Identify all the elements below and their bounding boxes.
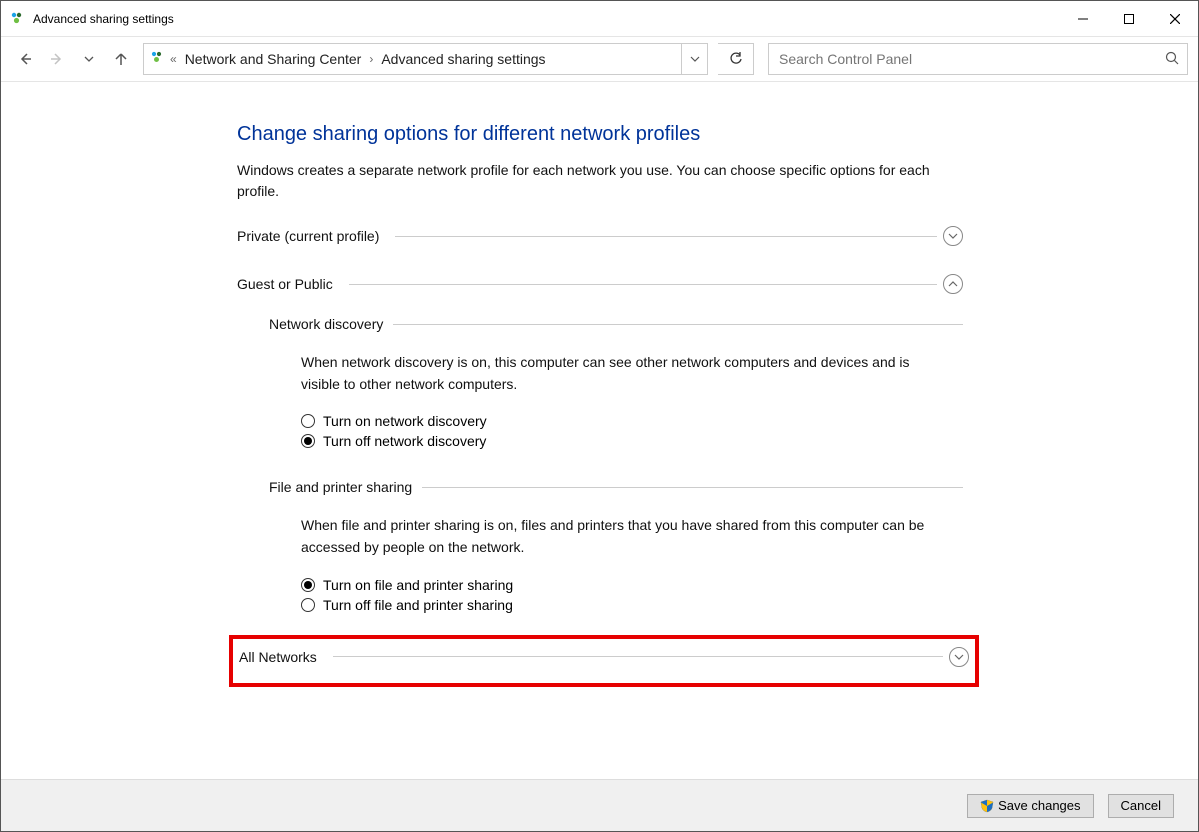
maximize-button[interactable]	[1106, 3, 1152, 35]
expand-private-button[interactable]	[943, 226, 963, 246]
radio-icon-checked	[301, 434, 315, 448]
radio-fp-on[interactable]: Turn on file and printer sharing	[301, 577, 963, 593]
highlight-all-networks: All Networks	[229, 635, 979, 687]
network-discovery-heading: Network discovery	[269, 316, 393, 332]
radio-nd-on-label: Turn on network discovery	[323, 413, 487, 429]
close-button[interactable]	[1152, 3, 1198, 35]
footer: Save changes Cancel	[1, 779, 1198, 831]
search-input[interactable]	[777, 50, 1165, 68]
search-icon[interactable]	[1165, 51, 1179, 68]
page-title: Change sharing options for different net…	[237, 123, 1198, 146]
subsection-network-discovery: Network discovery When network discovery…	[269, 316, 963, 449]
file-printer-radios: Turn on file and printer sharing Turn of…	[301, 577, 963, 613]
app-icon	[9, 11, 25, 27]
divider	[422, 487, 963, 488]
shield-icon	[980, 799, 994, 813]
file-printer-heading: File and printer sharing	[269, 479, 422, 495]
section-guest-label: Guest or Public	[237, 276, 343, 292]
address-bar[interactable]: « Network and Sharing Center › Advanced …	[143, 43, 708, 75]
radio-nd-off-label: Turn off network discovery	[323, 433, 486, 449]
radio-nd-off[interactable]: Turn off network discovery	[301, 433, 963, 449]
radio-fp-off[interactable]: Turn off file and printer sharing	[301, 597, 963, 613]
address-dropdown-button[interactable]	[681, 44, 707, 74]
window-title: Advanced sharing settings	[33, 12, 1060, 26]
divider	[395, 236, 937, 237]
titlebar: Advanced sharing settings	[1, 1, 1198, 37]
breadcrumb-parent[interactable]: Network and Sharing Center	[183, 49, 364, 69]
divider	[349, 284, 937, 285]
section-guest[interactable]: Guest or Public	[237, 274, 963, 294]
divider	[333, 656, 943, 657]
page-description: Windows creates a separate network profi…	[237, 160, 947, 202]
cancel-button[interactable]: Cancel	[1108, 794, 1174, 818]
breadcrumb-current[interactable]: Advanced sharing settings	[379, 49, 547, 69]
network-discovery-radios: Turn on network discovery Turn off netwo…	[301, 413, 963, 449]
save-changes-button[interactable]: Save changes	[967, 794, 1093, 818]
network-discovery-text: When network discovery is on, this compu…	[301, 352, 941, 395]
collapse-guest-button[interactable]	[943, 274, 963, 294]
section-all-networks-label: All Networks	[239, 649, 327, 665]
content-area: Change sharing options for different net…	[1, 91, 1198, 779]
chevron-right-icon: ›	[369, 52, 373, 66]
section-all-networks[interactable]: All Networks	[239, 647, 969, 667]
back-button[interactable]	[11, 45, 39, 73]
recent-locations-button[interactable]	[75, 45, 103, 73]
radio-fp-off-label: Turn off file and printer sharing	[323, 597, 513, 613]
section-private-label: Private (current profile)	[237, 228, 389, 244]
radio-nd-on[interactable]: Turn on network discovery	[301, 413, 963, 429]
window-controls	[1060, 3, 1198, 35]
radio-icon	[301, 414, 315, 428]
subsection-file-printer: File and printer sharing When file and p…	[269, 479, 963, 612]
search-box[interactable]	[768, 43, 1188, 75]
divider	[393, 324, 963, 325]
forward-button[interactable]	[43, 45, 71, 73]
save-changes-label: Save changes	[998, 798, 1080, 813]
navbar: « Network and Sharing Center › Advanced …	[1, 37, 1198, 82]
minimize-button[interactable]	[1060, 3, 1106, 35]
refresh-button[interactable]	[718, 43, 754, 75]
radio-icon	[301, 598, 315, 612]
expand-all-networks-button[interactable]	[949, 647, 969, 667]
up-button[interactable]	[107, 45, 135, 73]
app-icon-small	[150, 51, 164, 68]
cancel-label: Cancel	[1121, 798, 1161, 813]
radio-fp-on-label: Turn on file and printer sharing	[323, 577, 513, 593]
breadcrumb-overflow-icon[interactable]: «	[170, 52, 177, 66]
section-private[interactable]: Private (current profile)	[237, 226, 963, 246]
file-printer-text: When file and printer sharing is on, fil…	[301, 515, 941, 558]
radio-icon-checked	[301, 578, 315, 592]
